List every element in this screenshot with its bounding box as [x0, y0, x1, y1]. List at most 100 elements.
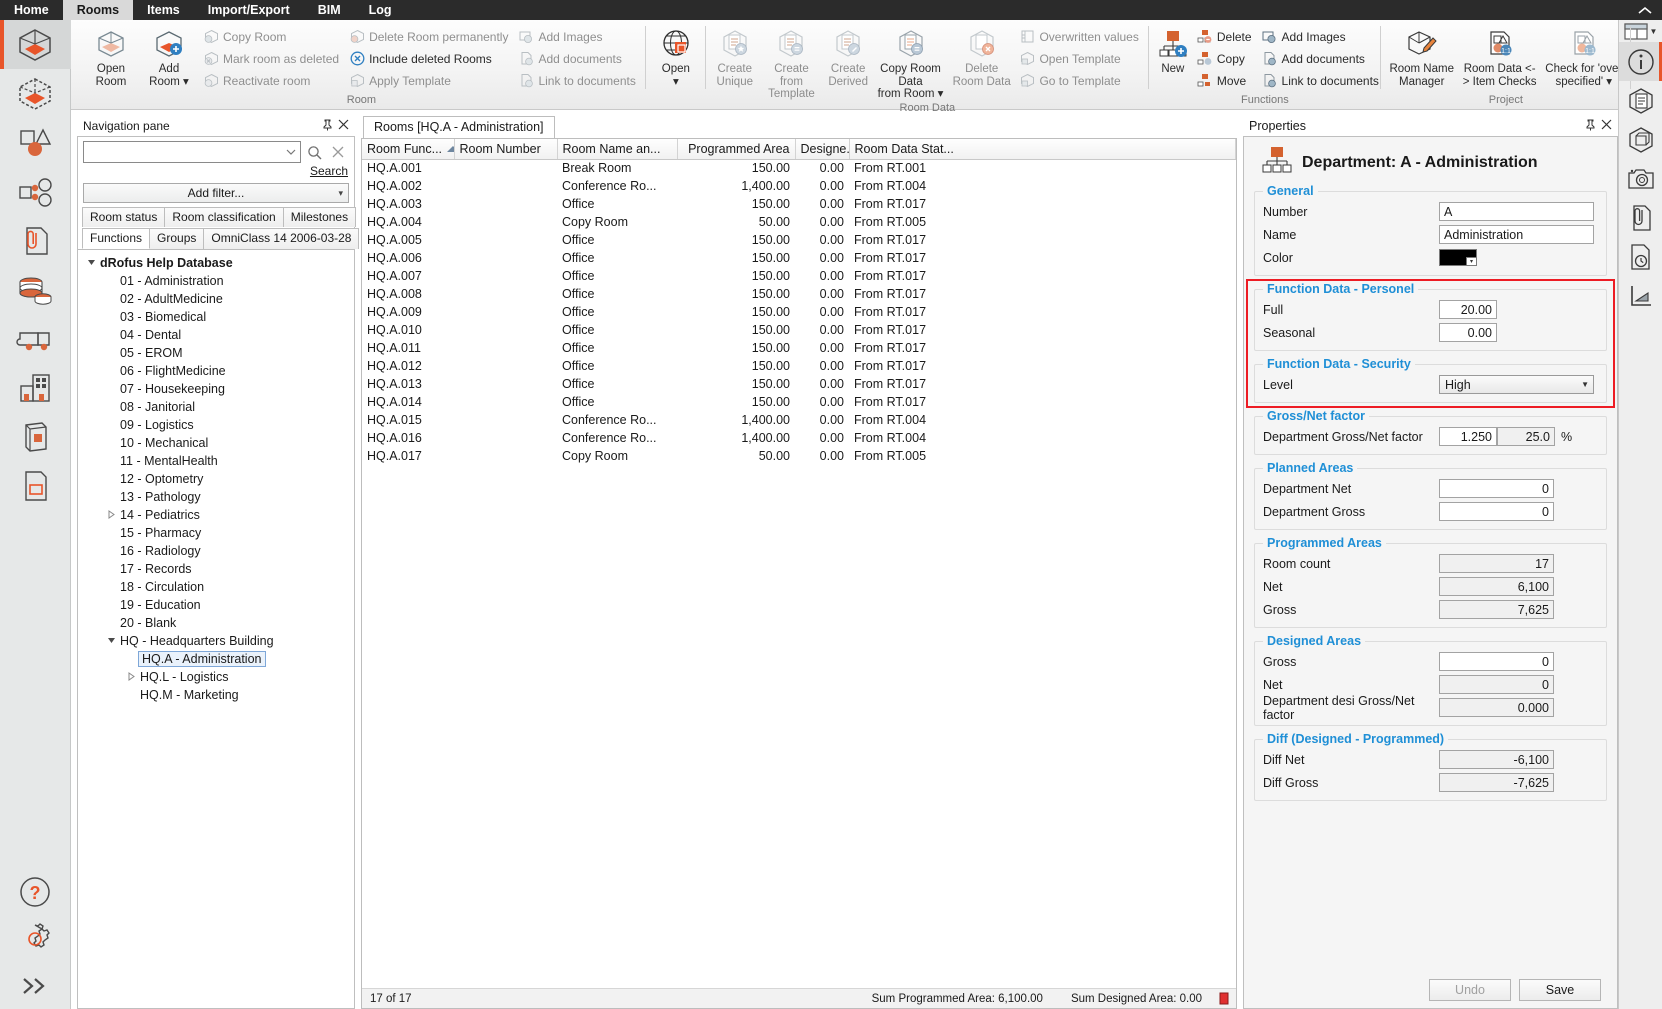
column-room-function[interactable]: Room Func...: [362, 139, 455, 160]
tree-node[interactable]: 10 - Mechanical: [78, 434, 354, 452]
rail-building[interactable]: [0, 363, 71, 412]
collapse-ribbon-button[interactable]: [1628, 0, 1662, 20]
chevron-down-icon[interactable]: [282, 149, 300, 155]
add-filter-button[interactable]: Add filter... ▾: [83, 183, 349, 203]
menu-item-import-export[interactable]: Import/Export: [194, 0, 304, 20]
rail-expand[interactable]: [0, 962, 71, 1009]
new-function-button[interactable]: New: [1155, 24, 1191, 76]
tree-node[interactable]: HQ.A - Administration: [78, 650, 354, 668]
table-row[interactable]: HQ.A.008 Office 150.00 0.00 From RT.017: [362, 285, 1236, 303]
save-button[interactable]: Save: [1519, 979, 1601, 1001]
table-row[interactable]: HQ.A.012 Office 150.00 0.00 From RT.017: [362, 357, 1236, 375]
tree-node[interactable]: dRofus Help Database: [78, 254, 354, 272]
add-images-button-functions[interactable]: Add Images: [1258, 26, 1383, 47]
undo-button[interactable]: Undo: [1429, 979, 1511, 1001]
rightrail-history[interactable]: [1619, 237, 1662, 276]
tree-node[interactable]: 15 - Pharmacy: [78, 524, 354, 542]
function-tree[interactable]: dRofus Help Database 01 - Administration 0…: [78, 249, 354, 1008]
expander-collapsed-icon[interactable]: [124, 671, 138, 683]
tree-node[interactable]: HQ.L - Logistics: [78, 668, 354, 686]
search-input[interactable]: [84, 143, 282, 161]
rail-items[interactable]: [0, 118, 71, 167]
delete-room-permanently-button[interactable]: Delete Room permanently: [345, 26, 512, 47]
add-room-button[interactable]: Add Room ▾: [141, 24, 197, 88]
department-gross-input[interactable]: 0: [1439, 502, 1554, 521]
table-row[interactable]: HQ.A.014 Office 150.00 0.00 From RT.017: [362, 393, 1236, 411]
tree-node[interactable]: 04 - Dental: [78, 326, 354, 344]
tab-room-classification[interactable]: Room classification: [164, 207, 284, 227]
gross-net-percent-input[interactable]: 25.0: [1497, 427, 1555, 446]
table-row[interactable]: HQ.A.005 Office 150.00 0.00 From RT.017: [362, 231, 1236, 249]
department-net-input[interactable]: 0: [1439, 479, 1554, 498]
table-row[interactable]: HQ.A.004 Copy Room 50.00 0.00 From RT.005: [362, 213, 1236, 231]
rail-cost[interactable]: [0, 265, 71, 314]
table-row[interactable]: HQ.A.017 Copy Room 50.00 0.00 From RT.005: [362, 447, 1236, 465]
expander-expanded-icon[interactable]: [84, 258, 98, 269]
copy-room-data-from-room-button[interactable]: Copy Room Data from Room ▾: [873, 24, 948, 101]
grid-legend-icon[interactable]: [1216, 992, 1232, 1005]
table-row[interactable]: HQ.A.007 Office 150.00 0.00 From RT.017: [362, 267, 1236, 285]
table-row[interactable]: HQ.A.002 Conference Ro... 1,400.00 0.00 From…: [362, 177, 1236, 195]
overwritten-values-button[interactable]: Overwritten values: [1015, 26, 1142, 47]
create-derived-button[interactable]: Create Derived: [825, 24, 871, 88]
pin-icon[interactable]: [319, 119, 335, 134]
column-room-data-status[interactable]: Room Data Stat...: [849, 139, 1236, 160]
tab-groups[interactable]: Groups: [149, 228, 205, 249]
table-row[interactable]: HQ.A.006 Office 150.00 0.00 From RT.017: [362, 249, 1236, 267]
menu-item-home[interactable]: Home: [0, 0, 63, 20]
link-to-documents-button-room[interactable]: Link to documents: [514, 70, 639, 91]
tree-node[interactable]: HQ - Headquarters Building: [78, 632, 354, 650]
check-over-specified-button[interactable]: 1:1 Check for 'over specified' ▾: [1543, 24, 1625, 88]
full-input[interactable]: 20.00: [1439, 300, 1497, 319]
search-icon[interactable]: [303, 141, 325, 163]
rightrail-info[interactable]: [1618, 42, 1662, 81]
table-row[interactable]: HQ.A.010 Office 150.00 0.00 From RT.017: [362, 321, 1236, 339]
tree-node[interactable]: 01 - Administration: [78, 272, 354, 290]
designed-gross-input[interactable]: 0: [1439, 652, 1554, 671]
tree-node[interactable]: 05 - EROM: [78, 344, 354, 362]
tree-node[interactable]: 06 - FlightMedicine: [78, 362, 354, 380]
tree-node[interactable]: 18 - Circulation: [78, 578, 354, 596]
tree-node[interactable]: 14 - Pediatrics: [78, 506, 354, 524]
include-deleted-rooms-button[interactable]: Include deleted Rooms: [345, 48, 512, 69]
rightrail-properties[interactable]: [1619, 81, 1662, 120]
table-row[interactable]: HQ.A.011 Office 150.00 0.00 From RT.017: [362, 339, 1236, 357]
copy-function-button[interactable]: Copy: [1193, 48, 1256, 69]
number-input[interactable]: A: [1439, 202, 1594, 221]
tree-node[interactable]: 09 - Logistics: [78, 416, 354, 434]
rightrail-measure[interactable]: [1619, 276, 1662, 315]
tab-functions[interactable]: Functions: [82, 228, 151, 249]
tree-node[interactable]: 17 - Records: [78, 560, 354, 578]
rail-item-groups[interactable]: [0, 167, 71, 216]
rightrail-geometry[interactable]: [1619, 120, 1662, 159]
room-name-manager-button[interactable]: Room Name Manager: [1387, 24, 1457, 88]
tree-node[interactable]: 11 - MentalHealth: [78, 452, 354, 470]
tree-node[interactable]: 08 - Janitorial: [78, 398, 354, 416]
column-room-number[interactable]: Room Number: [454, 139, 558, 160]
tab-milestones[interactable]: Milestones: [282, 207, 357, 227]
tree-node[interactable]: 07 - Housekeeping: [78, 380, 354, 398]
name-input[interactable]: Administration: [1439, 225, 1594, 244]
gross-net-factor-input[interactable]: 1.250: [1439, 427, 1497, 446]
rail-settings[interactable]: [0, 915, 71, 962]
color-picker[interactable]: ▾: [1439, 249, 1477, 266]
rightrail-images[interactable]: [1619, 159, 1662, 198]
column-room-name[interactable]: Room Name an...: [557, 139, 678, 160]
expander-collapsed-icon[interactable]: [104, 509, 118, 521]
close-icon[interactable]: [335, 119, 351, 133]
room-data-item-checks-button[interactable]: 1:1 Room Data <- > Item Checks: [1459, 24, 1541, 88]
copy-room-button[interactable]: Copy Room: [199, 26, 343, 47]
table-row[interactable]: HQ.A.013 Office 150.00 0.00 From RT.017: [362, 375, 1236, 393]
table-row[interactable]: HQ.A.001 Break Room 150.00 0.00 From RT.001: [362, 159, 1236, 177]
rail-logistics[interactable]: [0, 314, 71, 363]
mark-room-deleted-button[interactable]: Mark room as deleted: [199, 48, 343, 69]
tree-node[interactable]: 19 - Education: [78, 596, 354, 614]
table-row[interactable]: HQ.A.009 Office 150.00 0.00 From RT.017: [362, 303, 1236, 321]
table-row[interactable]: HQ.A.016 Conference Ro... 1,400.00 0.00 From…: [362, 429, 1236, 447]
table-row[interactable]: HQ.A.015 Conference Ro... 1,400.00 0.00 From…: [362, 411, 1236, 429]
close-icon[interactable]: [1598, 119, 1614, 133]
go-to-template-button[interactable]: Go to Template: [1015, 70, 1142, 91]
tree-node[interactable]: 02 - AdultMedicine: [78, 290, 354, 308]
menu-item-log[interactable]: Log: [355, 0, 406, 20]
tree-node[interactable]: 13 - Pathology: [78, 488, 354, 506]
